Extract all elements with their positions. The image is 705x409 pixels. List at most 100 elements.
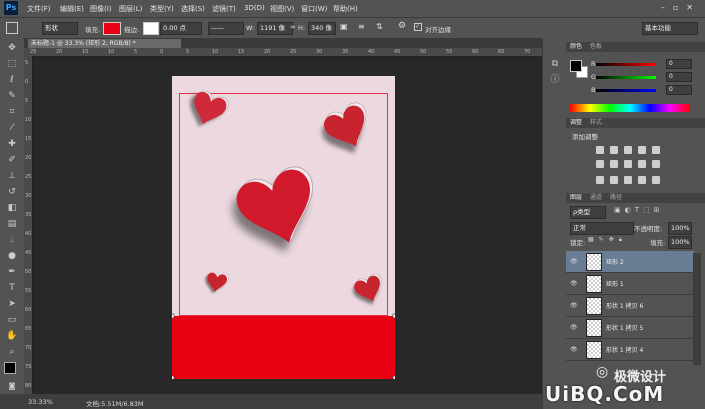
- black-white-icon[interactable]: [624, 160, 632, 168]
- path-arrange-icon[interactable]: ⇅: [376, 22, 383, 31]
- menu-edit[interactable]: 编辑(E): [60, 4, 84, 14]
- fill-swatch[interactable]: [103, 22, 121, 35]
- channel-r-slider[interactable]: [596, 63, 656, 66]
- menu-window[interactable]: 窗口(W): [301, 4, 327, 14]
- quick-select-tool-icon[interactable]: ✎: [6, 90, 18, 102]
- tab-channels[interactable]: 通道: [590, 193, 602, 203]
- zoom-tool-icon[interactable]: ⌕: [6, 346, 18, 358]
- tab-styles[interactable]: 样式: [590, 118, 602, 128]
- posterize-icon[interactable]: [610, 176, 618, 184]
- brightness-icon[interactable]: [596, 146, 604, 154]
- tab-color[interactable]: 颜色: [570, 42, 582, 52]
- tab-swatches[interactable]: 色板: [590, 42, 602, 52]
- threshold-icon[interactable]: [624, 176, 632, 184]
- gradient-map-icon[interactable]: [638, 176, 646, 184]
- zoom-level[interactable]: 33.33%: [28, 398, 53, 406]
- eyedropper-tool-icon[interactable]: ⁄: [6, 122, 18, 134]
- stroke-style-select[interactable]: ——: [208, 22, 244, 35]
- channel-mixer-icon[interactable]: [652, 160, 660, 168]
- eye-icon[interactable]: 👁︎: [570, 280, 578, 287]
- menu-layer[interactable]: 图层(L): [119, 4, 142, 14]
- stroke-width-field[interactable]: 0.00 点: [160, 22, 202, 35]
- curves-icon[interactable]: [624, 146, 632, 154]
- channel-b-value[interactable]: 0: [666, 85, 692, 95]
- path-ops-icon[interactable]: ▣: [340, 22, 348, 31]
- layer-name[interactable]: 矩形 1: [606, 279, 624, 288]
- menu-filter[interactable]: 滤镜(T): [212, 4, 236, 14]
- photo-filter-icon[interactable]: [638, 160, 646, 168]
- link-icon[interactable]: ∞: [290, 23, 296, 31]
- tab-adjustments[interactable]: 调整: [570, 118, 582, 128]
- foreground-color-swatch[interactable]: [4, 362, 16, 374]
- menu-select[interactable]: 选择(S): [181, 4, 205, 14]
- layer-name[interactable]: 形状 1 拷贝 5: [606, 323, 643, 332]
- levels-icon[interactable]: [610, 146, 618, 154]
- move-tool-icon[interactable]: ✥: [6, 42, 18, 54]
- layer-row[interactable]: 👁︎ 形状 1 拷贝 5: [566, 317, 694, 339]
- lock-icons[interactable]: ▦✎✥🔒︎: [588, 236, 627, 244]
- rectangle-tool-icon[interactable]: ▭: [6, 314, 18, 326]
- layer-filter-icons[interactable]: ▣◐T⬚⊞: [614, 206, 663, 214]
- document-tab[interactable]: 未标题-1 @ 33.3% (矩形 2, RGB/8) *: [28, 39, 181, 48]
- menu-view[interactable]: 视图(V): [270, 4, 294, 14]
- layer-row[interactable]: 👁︎ 矩形 2: [566, 251, 694, 273]
- clone-stamp-tool-icon[interactable]: ⊥: [6, 170, 18, 182]
- layer-name[interactable]: 矩形 2: [606, 257, 624, 266]
- menu-type[interactable]: 类型(Y): [150, 4, 174, 14]
- opacity-field[interactable]: 100%: [668, 222, 692, 235]
- tab-layers[interactable]: 图层: [570, 193, 582, 203]
- stroke-swatch[interactable]: [143, 22, 159, 35]
- blur-tool-icon[interactable]: 💧︎: [6, 234, 18, 246]
- selective-color-icon[interactable]: [652, 176, 660, 184]
- dodge-tool-icon[interactable]: ●: [6, 250, 18, 262]
- type-tool-icon[interactable]: T: [6, 282, 18, 294]
- tab-paths[interactable]: 路径: [610, 193, 622, 203]
- crop-tool-icon[interactable]: ⌗: [6, 106, 18, 118]
- healing-brush-tool-icon[interactable]: ✚: [6, 138, 18, 150]
- gradient-tool-icon[interactable]: ▤: [6, 218, 18, 230]
- workspace-select[interactable]: 基本功能: [642, 22, 698, 35]
- eraser-tool-icon[interactable]: ◧: [6, 202, 18, 214]
- invert-icon[interactable]: [596, 176, 604, 184]
- eye-icon[interactable]: 👁︎: [570, 302, 578, 309]
- window-controls[interactable]: –▫✕: [661, 3, 701, 12]
- shape-mode-select[interactable]: 形状: [42, 22, 78, 35]
- color-balance-icon[interactable]: [610, 160, 618, 168]
- brush-tool-icon[interactable]: ✐: [6, 154, 18, 166]
- align-edges-checkbox[interactable]: ✓: [414, 23, 422, 31]
- color-spectrum-bar[interactable]: [570, 104, 690, 112]
- layer-filter-select[interactable]: ρ类型: [570, 206, 606, 219]
- layer-row[interactable]: 👁︎ 形状 1 拷贝 4: [566, 339, 694, 361]
- channel-b-slider[interactable]: [596, 89, 656, 92]
- history-panel-icon[interactable]: ⧉: [549, 58, 561, 70]
- properties-panel-icon[interactable]: ⓘ: [549, 74, 561, 86]
- fill-field[interactable]: 100%: [668, 236, 692, 249]
- gear-icon[interactable]: ⚙: [398, 21, 406, 31]
- hue-saturation-icon[interactable]: [596, 160, 604, 168]
- menu-3d[interactable]: 3D(D): [244, 4, 265, 12]
- shape-tool-icon[interactable]: [6, 22, 18, 34]
- channel-r-value[interactable]: 0: [666, 59, 692, 69]
- blend-mode-select[interactable]: 正常: [570, 222, 634, 235]
- path-select-tool-icon[interactable]: ➤: [6, 298, 18, 310]
- eye-icon[interactable]: 👁︎: [570, 258, 578, 265]
- marquee-tool-icon[interactable]: ⬚: [6, 58, 18, 70]
- menu-image[interactable]: 图像(I): [90, 4, 112, 14]
- layer-row[interactable]: 👁︎ 矩形 1: [566, 273, 694, 295]
- height-field[interactable]: 340 像: [308, 22, 336, 35]
- pen-tool-icon[interactable]: ✒: [6, 266, 18, 278]
- path-align-icon[interactable]: ≡: [358, 22, 365, 31]
- eye-icon[interactable]: 👁︎: [570, 346, 578, 353]
- layer-name[interactable]: 形状 1 拷贝 6: [606, 301, 643, 310]
- quick-mask-icon[interactable]: ◙: [6, 380, 18, 392]
- foreground-swatch[interactable]: [570, 60, 582, 72]
- layer-row[interactable]: 👁︎ 形状 1 拷贝 6: [566, 295, 694, 317]
- menu-file[interactable]: 文件(F): [27, 4, 51, 14]
- hand-tool-icon[interactable]: ✋: [6, 330, 18, 342]
- exposure-icon[interactable]: [638, 146, 646, 154]
- lasso-tool-icon[interactable]: ℓ: [6, 74, 18, 86]
- eye-icon[interactable]: 👁︎: [570, 324, 578, 331]
- vibrance-icon[interactable]: [652, 146, 660, 154]
- history-brush-tool-icon[interactable]: ↺: [6, 186, 18, 198]
- layers-scrollbar[interactable]: [693, 253, 701, 365]
